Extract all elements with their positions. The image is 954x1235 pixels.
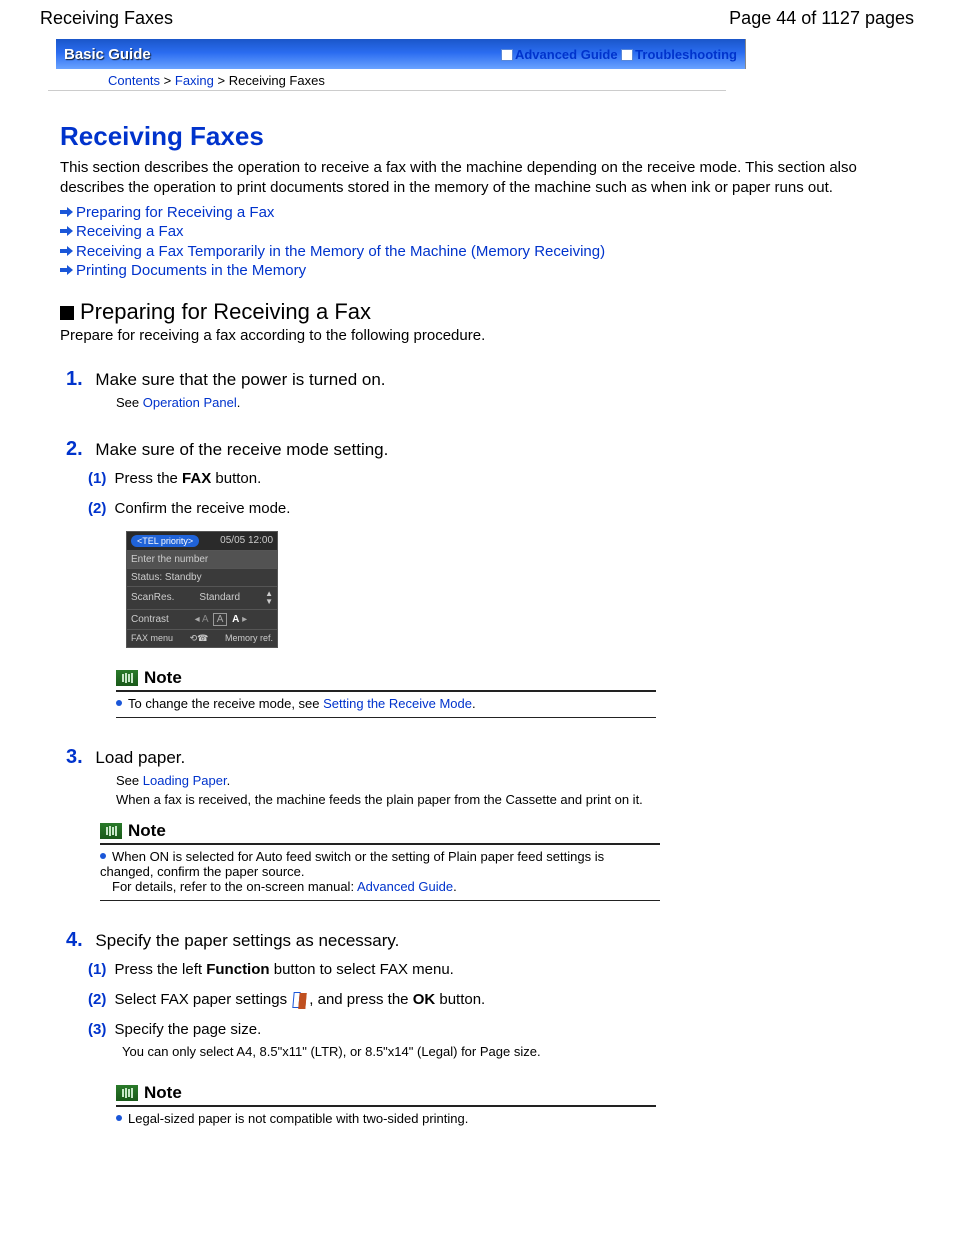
section-heading: Preparing for Receiving a Fax (60, 299, 894, 325)
note-box-2: Note When ON is selected for Auto feed s… (100, 821, 660, 901)
substep-4-1: (1) Press the left Function button to se… (88, 958, 894, 982)
step-3: 3. Load paper. See Loading Paper. When a… (60, 746, 894, 901)
lcd-enter: Enter the number (131, 554, 208, 565)
arrow-icon (60, 226, 74, 236)
note-title: Note (144, 1083, 182, 1103)
step-desc: When a fax is received, the machine feed… (116, 792, 894, 807)
toc-link[interactable]: Preparing for Receiving a Fax (76, 204, 274, 221)
lcd-time: 05/05 12:00 (220, 535, 273, 546)
see-line: See Operation Panel. (116, 395, 894, 410)
guide-links: Advanced Guide Troubleshooting (501, 47, 737, 62)
substep-2-1: (1) Press the FAX button. (88, 467, 894, 491)
toc-link[interactable]: Receiving a Fax Temporarily in the Memor… (76, 243, 605, 260)
setting-receive-mode-link[interactable]: Setting the Receive Mode (323, 696, 472, 711)
step-number: 4. (66, 929, 83, 951)
bullet-icon (100, 853, 106, 859)
breadcrumb-current: Receiving Faxes (229, 73, 325, 88)
toc-link[interactable]: Printing Documents in the Memory (76, 262, 306, 279)
lcd-status: Status: Standby (131, 572, 202, 583)
breadcrumb-contents[interactable]: Contents (108, 73, 160, 88)
lcd-scanres-label: ScanRes. (131, 592, 174, 603)
substep-4-2: (2) Select FAX paper settings , and pres… (88, 988, 894, 1012)
square-bullet-icon (60, 306, 74, 320)
step-2: 2. Make sure of the receive mode setting… (60, 438, 894, 718)
note-icon (100, 823, 122, 839)
paper-settings-icon (293, 992, 307, 1008)
substep-4-3: (3) Specify the page size. (88, 1018, 894, 1042)
see-line: See Loading Paper. (116, 773, 894, 788)
breadcrumb-faxing[interactable]: Faxing (175, 73, 214, 88)
troubleshooting-link[interactable]: Troubleshooting (635, 47, 737, 62)
advanced-guide-link[interactable]: Advanced Guide (357, 879, 453, 894)
step-text: Load paper. (95, 748, 185, 767)
lcd-mode-tab: <TEL priority> (131, 535, 199, 547)
lcd-menu-right: Memory ref. (225, 633, 273, 643)
lcd-scanres-value: Standard (174, 592, 265, 603)
note-title: Note (144, 668, 182, 688)
substep-2-2: (2) Confirm the receive mode. (88, 497, 894, 521)
loading-paper-link[interactable]: Loading Paper (143, 773, 227, 788)
page-header: Receiving Faxes Page 44 of 1127 pages (0, 0, 954, 39)
step-text: Make sure that the power is turned on. (95, 370, 385, 389)
arrow-icon (60, 207, 74, 217)
square-icon (621, 49, 633, 61)
lcd-screen-mock: <TEL priority> 05/05 12:00 Enter the num… (126, 531, 278, 648)
step-text: Make sure of the receive mode setting. (95, 440, 388, 459)
note-icon (116, 670, 138, 686)
bullet-icon (116, 1115, 122, 1121)
page-indicator: Page 44 of 1127 pages (729, 8, 914, 29)
guide-title: Basic Guide (64, 46, 151, 63)
intro-text: This section describes the operation to … (60, 158, 894, 199)
guide-bar: Basic Guide Advanced Guide Troubleshooti… (56, 39, 746, 69)
section-subtext: Prepare for receiving a fax according to… (60, 327, 894, 344)
page-title: Receiving Faxes (60, 121, 894, 152)
operation-panel-link[interactable]: Operation Panel (143, 395, 237, 410)
step-number: 3. (66, 746, 83, 768)
step-number: 1. (66, 368, 83, 390)
note-box-3: Note Legal-sized paper is not compatible… (116, 1083, 656, 1132)
note-title: Note (128, 821, 166, 841)
lcd-contrast-label: Contrast (131, 614, 169, 625)
step-1: 1. Make sure that the power is turned on… (60, 368, 894, 410)
doc-title: Receiving Faxes (40, 8, 173, 29)
note-box-1: Note To change the receive mode, see Set… (116, 668, 656, 718)
advanced-guide-link[interactable]: Advanced Guide (515, 47, 618, 62)
square-icon (501, 49, 513, 61)
substep-desc: You can only select A4, 8.5"x11" (LTR), … (122, 1042, 894, 1062)
breadcrumb: Contents > Faxing > Receiving Faxes (48, 69, 726, 91)
bullet-icon (116, 700, 122, 706)
toc-list: Preparing for Receiving a Fax Receiving … (60, 203, 894, 281)
step-text: Specify the paper settings as necessary. (95, 931, 399, 950)
arrow-icon (60, 265, 74, 275)
lcd-menu-left: FAX menu (131, 633, 173, 643)
arrow-icon (60, 246, 74, 256)
note-icon (116, 1085, 138, 1101)
toc-link[interactable]: Receiving a Fax (76, 223, 184, 240)
step-4: 4. Specify the paper settings as necessa… (60, 929, 894, 1133)
step-number: 2. (66, 438, 83, 460)
